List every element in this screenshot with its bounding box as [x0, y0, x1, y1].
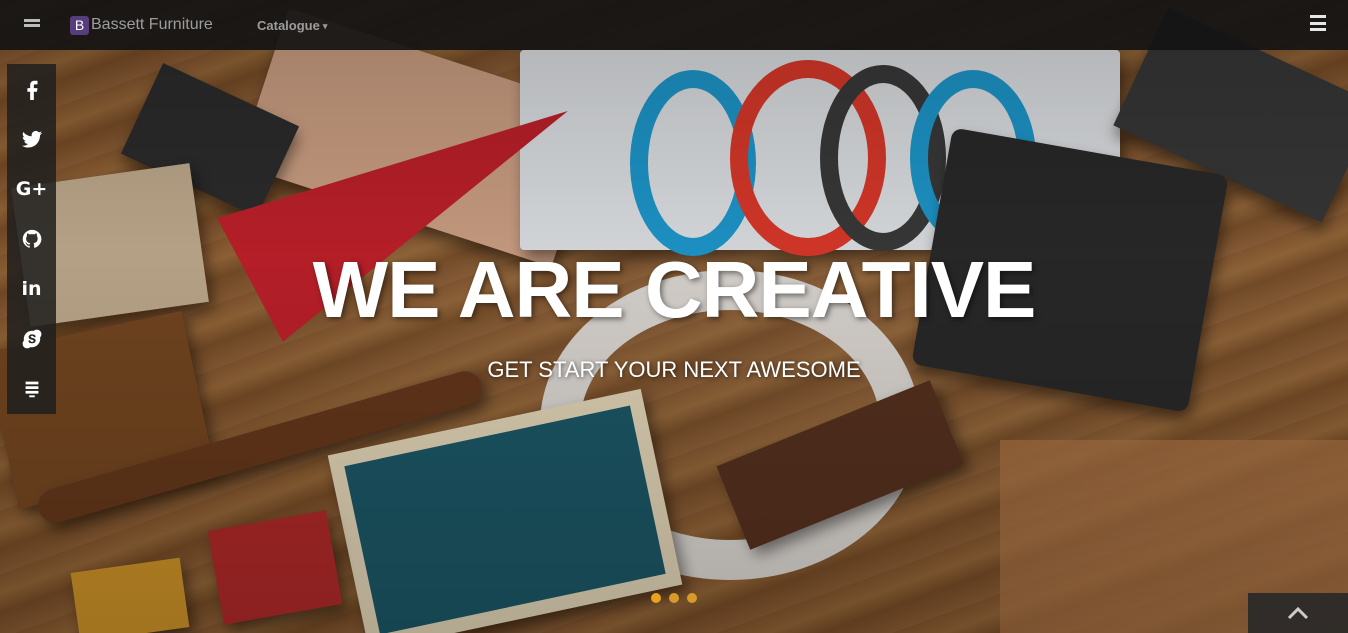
navbar: B Bassett Furniture Catalogue ▾: [0, 0, 1348, 50]
carousel-dot[interactable]: [651, 593, 661, 603]
twitter-link[interactable]: [7, 114, 56, 164]
brand-name: Bassett Furniture: [91, 16, 213, 33]
chevron-up-icon: [1287, 606, 1309, 620]
caret-down-icon: ▾: [322, 21, 328, 32]
catalogue-dropdown[interactable]: Catalogue ▾: [257, 18, 327, 33]
carousel-dot[interactable]: [669, 593, 679, 603]
google-plus-link[interactable]: G+: [7, 164, 56, 214]
twitter-icon: [21, 131, 42, 148]
brand-logo: B: [70, 15, 89, 35]
carousel-dot[interactable]: [687, 593, 697, 603]
catalogue-label: Catalogue: [257, 18, 320, 33]
carousel-indicators: [651, 593, 697, 603]
back-to-top-button[interactable]: [1248, 593, 1348, 633]
hero-headline: WE ARE CREATIVE: [312, 245, 1037, 334]
facebook-icon: [26, 80, 37, 100]
facebook-link[interactable]: [7, 64, 56, 114]
menu-icon[interactable]: [1310, 15, 1326, 31]
brand-link[interactable]: B Bassett Furniture: [70, 15, 213, 35]
sidebar-toggle-icon[interactable]: [24, 16, 40, 30]
hero-subheadline: GET START YOUR NEXT AWESOME: [487, 357, 861, 382]
google-plus-icon: G+: [15, 178, 48, 200]
